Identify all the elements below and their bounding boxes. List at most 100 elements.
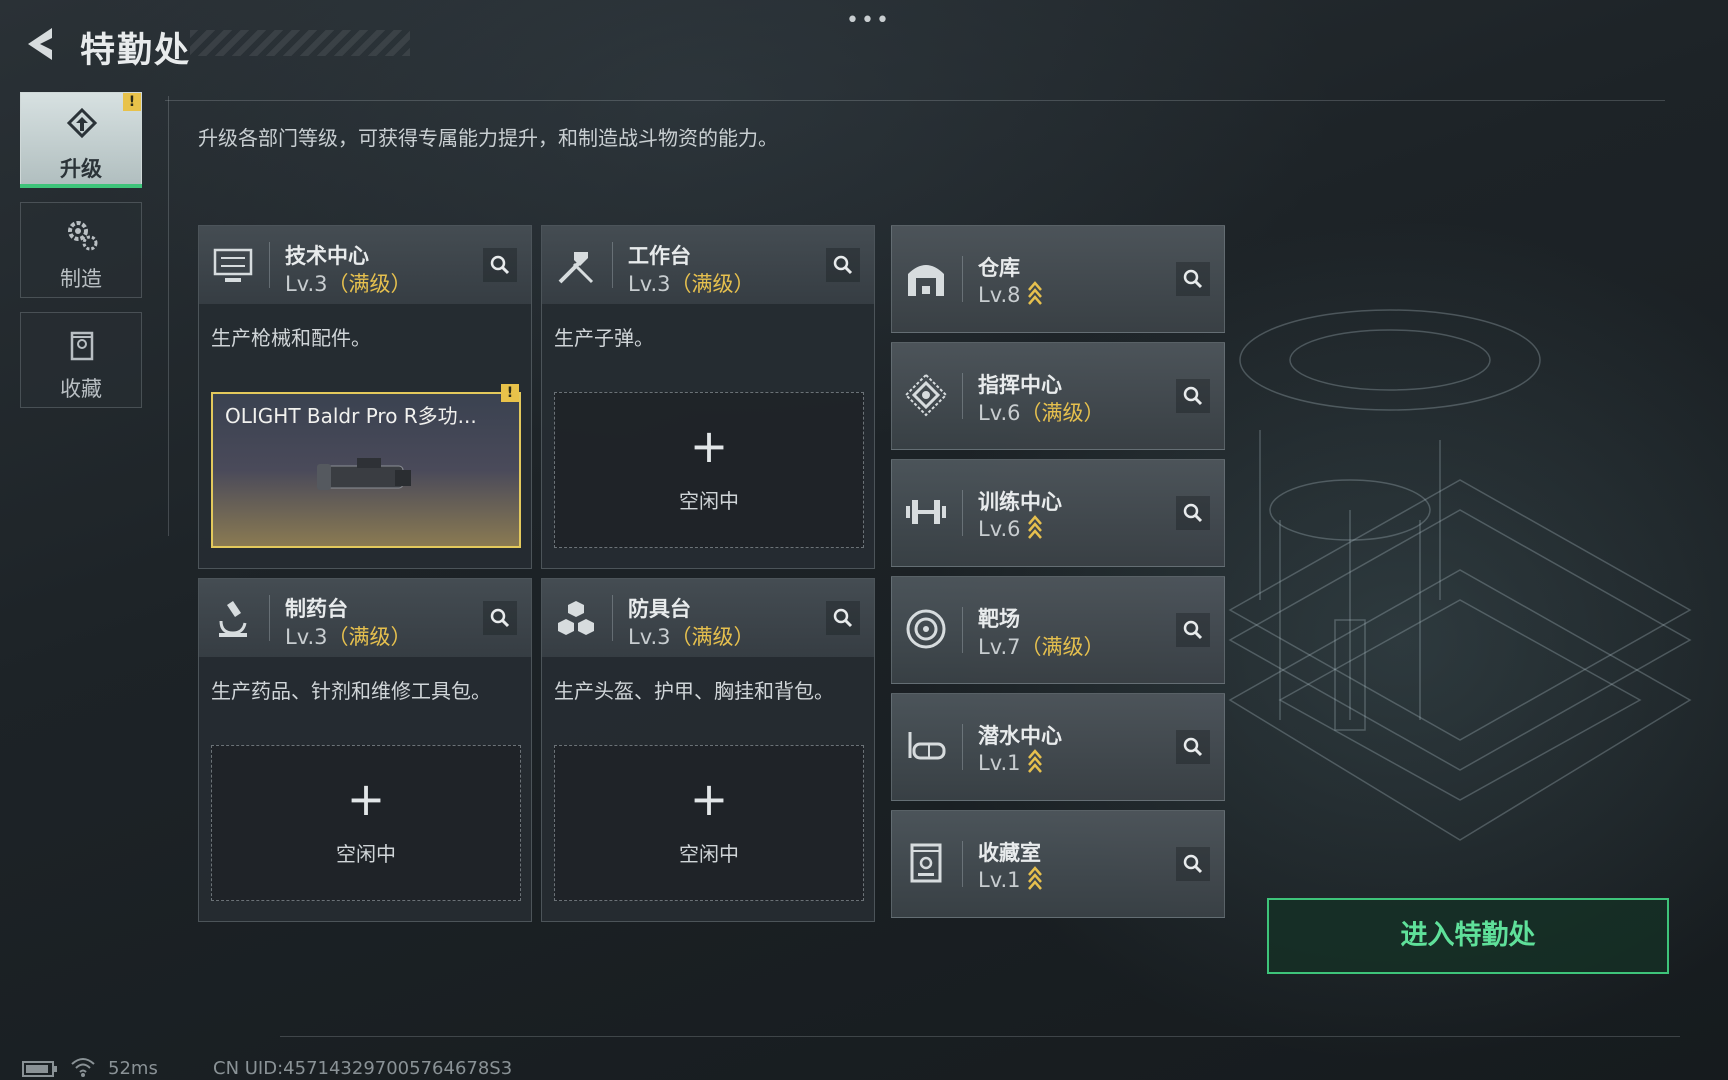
- page-description: 升级各部门等级，可获得专属能力提升，和制造战斗物资的能力。: [198, 126, 778, 150]
- station-name: 技术中心: [285, 244, 369, 268]
- station-level: Lv.3（满级）: [628, 268, 755, 298]
- max-level-tag: （满级）: [670, 625, 755, 649]
- upgrade-available-icon: [1027, 281, 1042, 305]
- production-slot[interactable]: + 空闲中: [211, 745, 521, 901]
- monitor-icon: [213, 248, 253, 282]
- max-level-tag: （满级）: [327, 272, 412, 296]
- flashlight-item-image: [317, 458, 411, 490]
- level-value: Lv.7: [978, 635, 1021, 659]
- level-value: Lv.6: [978, 401, 1021, 425]
- facility-card-command-center[interactable]: 指挥中心 Lv.6（满级）: [891, 342, 1225, 450]
- search-icon[interactable]: [826, 601, 860, 635]
- upgrade-available-icon: [1027, 866, 1042, 890]
- footer-divider: [280, 1036, 1680, 1037]
- station-description: 生产子弹。: [554, 326, 654, 350]
- station-level: Lv.3（满级）: [285, 621, 412, 651]
- max-level-tag: （满级）: [327, 625, 412, 649]
- station-description: 生产头盔、护甲、胸挂和背包。: [554, 679, 834, 703]
- gears-icon: [68, 221, 98, 251]
- facility-level: Lv.1: [978, 865, 1043, 892]
- max-level-tag: （满级）: [670, 272, 755, 296]
- facility-name: 靶场: [978, 607, 1020, 631]
- divider: [962, 724, 963, 770]
- search-icon[interactable]: [1176, 613, 1210, 647]
- collection-icon: [70, 331, 94, 361]
- tab-collection[interactable]: 收藏: [20, 312, 142, 408]
- station-card-tech-center[interactable]: 技术中心 Lv.3（满级） 生产枪械和配件。 OLIGHT Baldr Pro …: [198, 225, 532, 569]
- facility-level: Lv.6: [978, 514, 1043, 541]
- search-icon[interactable]: [1176, 496, 1210, 530]
- more-options-icon[interactable]: •••: [846, 8, 891, 33]
- facility-level: Lv.6（满级）: [978, 397, 1105, 427]
- sidebar-divider: [168, 96, 169, 536]
- facility-card-training-center[interactable]: 训练中心 Lv.6: [891, 459, 1225, 567]
- title-decoration: [190, 30, 410, 56]
- production-slot[interactable]: + 空闲中: [554, 392, 864, 548]
- station-name: 制药台: [285, 597, 348, 621]
- station-card-armor-bench[interactable]: 防具台 Lv.3（满级） 生产头盔、护甲、胸挂和背包。 + 空闲中: [541, 578, 875, 922]
- dumbbell-icon: [906, 500, 946, 524]
- search-icon[interactable]: [483, 248, 517, 282]
- search-icon[interactable]: [1176, 730, 1210, 764]
- upgrade-available-icon: [1027, 749, 1042, 773]
- tab-craft[interactable]: 制造: [20, 202, 142, 298]
- back-arrow-icon[interactable]: [18, 22, 62, 66]
- facility-name: 指挥中心: [978, 373, 1062, 397]
- upgrade-available-icon: [1027, 515, 1042, 539]
- facility-card-warehouse[interactable]: 仓库 Lv.8: [891, 225, 1225, 333]
- divider: [962, 607, 963, 653]
- item-name: OLIGHT Baldr Pro R多功...: [225, 404, 477, 428]
- station-description: 生产药品、针剂和维修工具包。: [211, 679, 491, 703]
- divider: [269, 595, 270, 641]
- level-value: Lv.1: [978, 751, 1021, 775]
- command-icon: [904, 373, 948, 417]
- warehouse-icon: [908, 265, 944, 296]
- search-icon[interactable]: [1176, 379, 1210, 413]
- production-slot[interactable]: + 空闲中: [554, 745, 864, 901]
- tab-upgrade[interactable]: 升级 !: [20, 92, 142, 188]
- microscope-icon: [219, 601, 247, 637]
- divider: [962, 256, 963, 302]
- facility-blueprint-art: [1228, 309, 1692, 841]
- facility-card-diving-center[interactable]: 潜水中心 Lv.1: [891, 693, 1225, 801]
- battery-icon: [22, 1061, 57, 1077]
- station-description: 生产枪械和配件。: [211, 326, 371, 350]
- max-level-tag: （满级）: [1020, 635, 1105, 659]
- enter-special-ops-button[interactable]: 进入特勤处: [1267, 898, 1669, 974]
- level-value: Lv.3: [628, 272, 671, 296]
- header-divider: [165, 100, 1665, 101]
- wifi-icon: [71, 1058, 95, 1077]
- target-icon: [906, 609, 946, 649]
- facility-name: 收藏室: [978, 841, 1041, 865]
- station-name: 工作台: [628, 244, 691, 268]
- add-icon: +: [346, 772, 386, 826]
- card-header: 防具台 Lv.3（满级）: [542, 579, 874, 657]
- production-slot[interactable]: OLIGHT Baldr Pro R多功...: [211, 392, 521, 548]
- diving-mask-icon: [908, 732, 946, 760]
- add-icon: +: [689, 772, 729, 826]
- divider: [269, 242, 270, 288]
- search-icon[interactable]: [1176, 847, 1210, 881]
- facility-name: 潜水中心: [978, 724, 1062, 748]
- slot-status: 空闲中: [679, 489, 739, 513]
- level-value: Lv.3: [285, 625, 328, 649]
- search-icon[interactable]: [1176, 262, 1210, 296]
- user-uid: CN UID:457143297005764678S3: [213, 1058, 513, 1079]
- card-header: 工作台 Lv.3（满级）: [542, 226, 874, 304]
- slot-status: 空闲中: [679, 842, 739, 866]
- facility-card-collection-room[interactable]: 收藏室 Lv.1: [891, 810, 1225, 918]
- station-name: 防具台: [628, 597, 691, 621]
- divider: [612, 242, 613, 288]
- station-card-workbench[interactable]: 工作台 Lv.3（满级） 生产子弹。 + 空闲中: [541, 225, 875, 569]
- tab-collection-label: 收藏: [60, 377, 102, 401]
- slot-status: 空闲中: [336, 842, 396, 866]
- facility-card-shooting-range[interactable]: 靶场 Lv.7（满级）: [891, 576, 1225, 684]
- level-value: Lv.6: [978, 517, 1021, 541]
- search-icon[interactable]: [483, 601, 517, 635]
- station-card-pharmacy[interactable]: 制药台 Lv.3（满级） 生产药品、针剂和维修工具包。 + 空闲中: [198, 578, 532, 922]
- level-value: Lv.1: [978, 868, 1021, 892]
- upgrade-icon: [66, 107, 98, 139]
- ping-readout: 52ms: [108, 1058, 158, 1079]
- divider: [962, 373, 963, 419]
- search-icon[interactable]: [826, 248, 860, 282]
